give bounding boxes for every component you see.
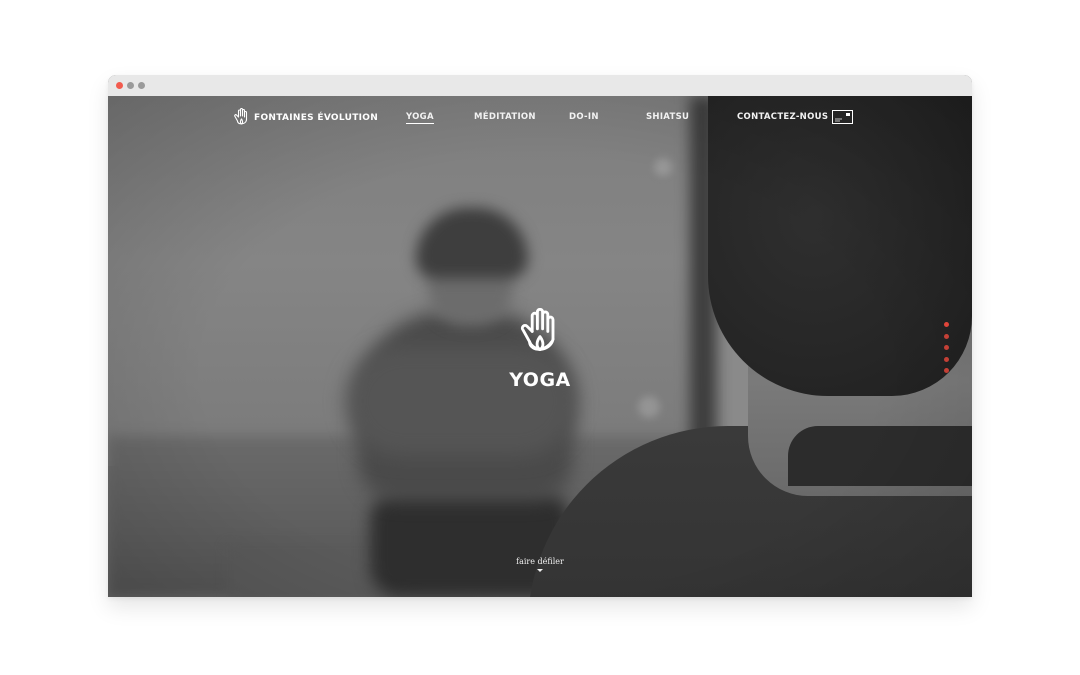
window-close-dot[interactable] [116, 82, 123, 89]
caret-down-icon [537, 569, 543, 572]
browser-window: FONTAINES ÉVOLUTION YOGA MÉDITATION DO-I… [108, 75, 972, 597]
nav-item-meditation[interactable]: MÉDITATION [474, 112, 536, 122]
mail-icon [832, 110, 854, 124]
nav-item-do-in[interactable]: DO-IN [569, 112, 599, 122]
pager-dot[interactable] [944, 356, 949, 362]
presentation-canvas: FONTAINES ÉVOLUTION YOGA MÉDITATION DO-I… [0, 0, 1080, 675]
nav-item-shiatsu[interactable]: SHIATSU [646, 112, 689, 122]
hand-lotus-icon [234, 108, 248, 125]
nav-item-yoga[interactable]: YOGA [406, 112, 434, 124]
pager-dot[interactable] [944, 368, 949, 373]
pager-dot[interactable] [944, 345, 949, 350]
hand-lotus-icon [520, 308, 555, 352]
page-viewport: FONTAINES ÉVOLUTION YOGA MÉDITATION DO-I… [108, 96, 972, 597]
section-pager [944, 322, 950, 380]
page-title: YOGA [509, 369, 571, 391]
top-navigation: FONTAINES ÉVOLUTION YOGA MÉDITATION DO-I… [108, 96, 972, 140]
scroll-label: faire défiler [516, 557, 564, 566]
pager-dot[interactable] [944, 322, 949, 327]
brand-name: FONTAINES ÉVOLUTION [254, 113, 379, 123]
window-minimize-dot[interactable] [127, 82, 134, 89]
contact-label: CONTACTEZ-NOUS [737, 112, 829, 122]
brand-logo[interactable]: FONTAINES ÉVOLUTION [234, 107, 378, 129]
scroll-hint[interactable]: faire défiler [490, 557, 590, 572]
window-maximize-dot[interactable] [138, 82, 145, 89]
pager-dot[interactable] [944, 333, 949, 339]
contact-button[interactable]: CONTACTEZ-NOUS [737, 110, 854, 124]
browser-titlebar [108, 75, 972, 96]
